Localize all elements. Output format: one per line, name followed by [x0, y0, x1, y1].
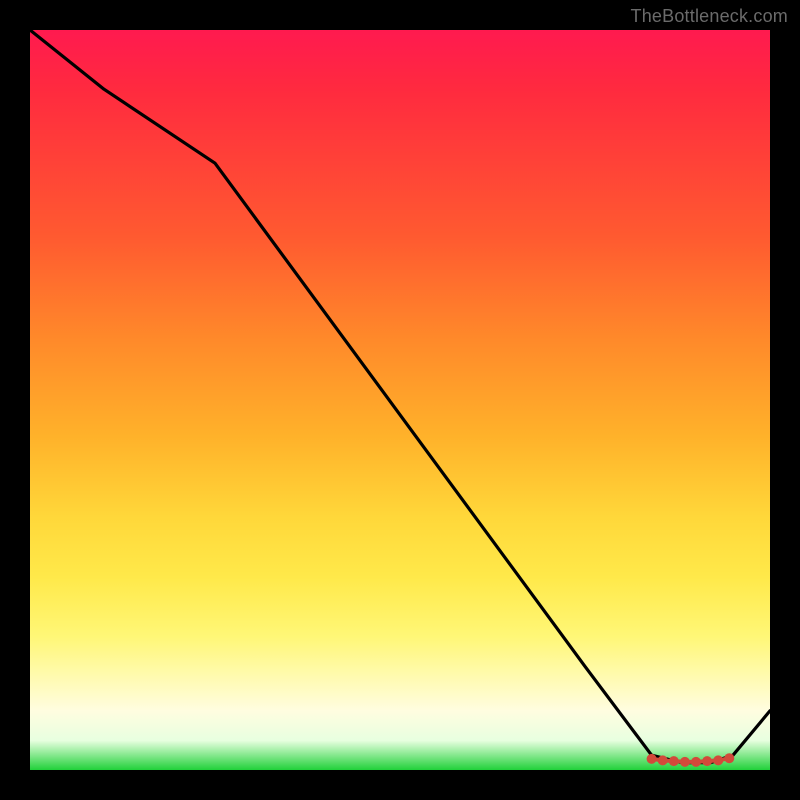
marker-dot	[724, 753, 734, 763]
marker-dot	[669, 756, 679, 766]
chart-frame: TheBottleneck.com	[0, 0, 800, 800]
watermark-text: TheBottleneck.com	[631, 6, 788, 27]
marker-dot	[647, 754, 657, 764]
marker-dot	[680, 757, 690, 767]
marker-dot	[702, 756, 712, 766]
marker-cluster	[647, 753, 735, 767]
curve-line	[30, 30, 770, 763]
plot-area	[30, 30, 770, 770]
marker-dot	[713, 755, 723, 765]
marker-dot	[691, 757, 701, 767]
marker-dot	[658, 755, 668, 765]
chart-svg	[30, 30, 770, 770]
